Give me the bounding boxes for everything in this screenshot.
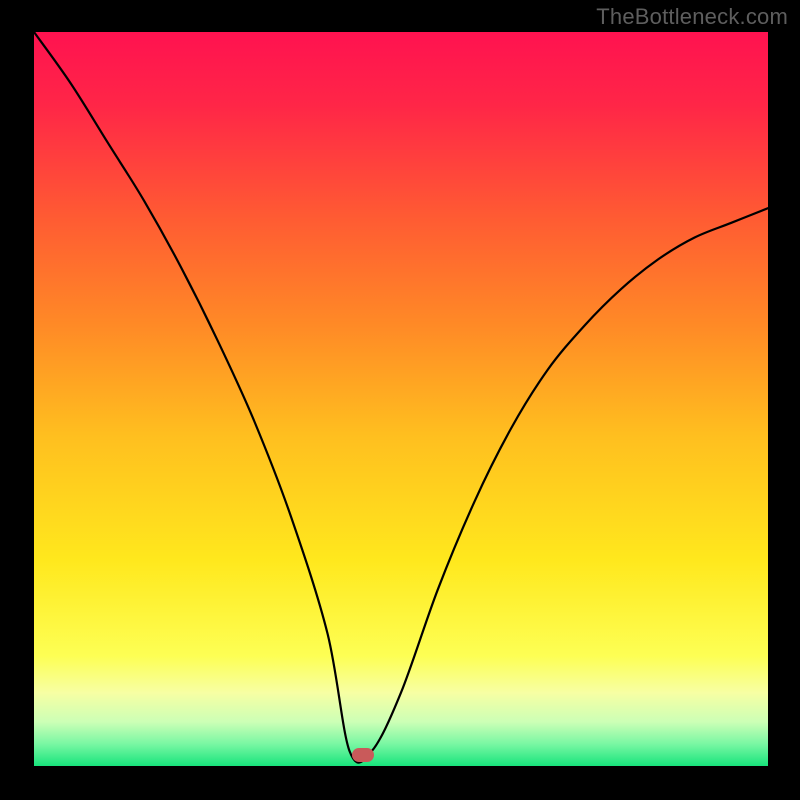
watermark-text: TheBottleneck.com <box>596 4 788 30</box>
plot-area <box>34 32 768 766</box>
optimal-point-marker <box>352 748 374 762</box>
bottleneck-curve <box>34 32 768 766</box>
chart-frame: TheBottleneck.com <box>0 0 800 800</box>
